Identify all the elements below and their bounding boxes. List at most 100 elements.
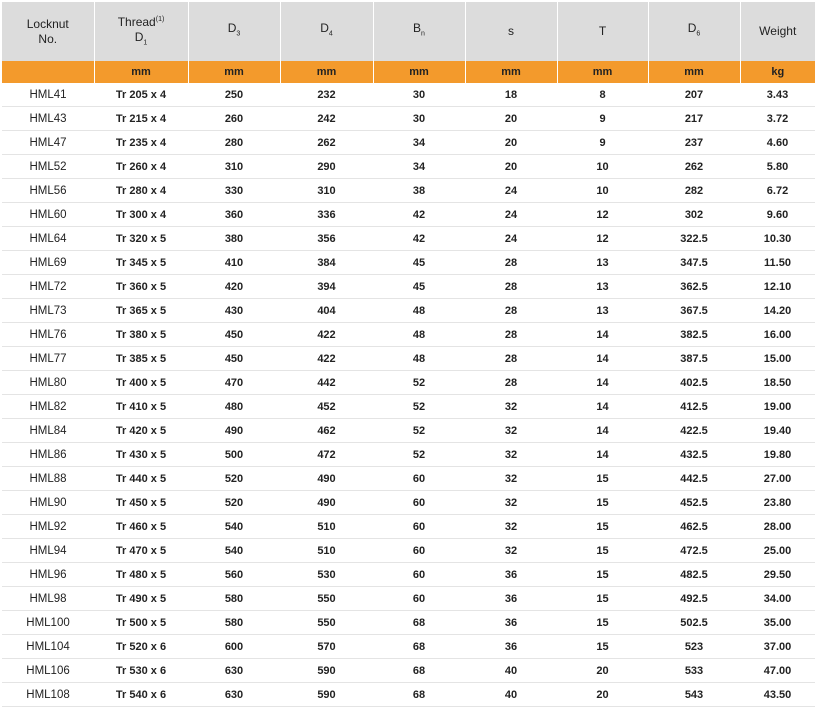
cell-weight: 19.00 [740,394,815,419]
cell-bn: 60 [373,466,465,491]
header-subscript: 6 [696,30,701,38]
cell-thread: Tr 215 x 4 [94,106,188,131]
cell-d4: 262 [280,130,373,155]
cell-locknut-no: HML47 [2,130,94,155]
cell-d4: 462 [280,418,373,443]
cell-d4: 550 [280,610,373,635]
cell-s: 28 [465,322,557,347]
table-row: HML96 Tr 480 x 5 560 530 60 36 15 482.5 29.50 [2,562,815,587]
cell-t: 10 [557,178,648,203]
cell-locknut-no: HML77 [2,346,94,371]
cell-d3: 410 [188,250,280,275]
cell-s: 40 [465,682,557,707]
cell-weight: 5.80 [740,154,815,179]
cell-bn: 68 [373,658,465,683]
cell-t: 15 [557,610,648,635]
cell-t: 15 [557,490,648,515]
cell-d6: 347.5 [648,250,740,275]
cell-d4: 590 [280,682,373,707]
cell-thread: Tr 380 x 5 [94,322,188,347]
cell-weight: 9.60 [740,202,815,227]
cell-bn: 30 [373,106,465,131]
cell-s: 20 [465,106,557,131]
unit-bn: mm [373,61,466,83]
cell-thread: Tr 480 x 5 [94,562,188,587]
cell-t: 12 [557,202,648,227]
cell-s: 36 [465,586,557,611]
header-subscript: 4 [328,30,333,38]
header-label: B [413,21,422,36]
cell-t: 13 [557,298,648,323]
table-row: HML80 Tr 400 x 5 470 442 52 28 14 402.5 18.50 [2,370,815,395]
cell-d3: 490 [188,418,280,443]
cell-weight: 18.50 [740,370,815,395]
cell-weight: 43.50 [740,682,815,707]
cell-t: 14 [557,322,648,347]
cell-weight: 4.60 [740,130,815,155]
cell-d4: 510 [280,514,373,539]
cell-thread: Tr 260 x 4 [94,154,188,179]
cell-thread: Tr 420 x 5 [94,418,188,443]
cell-d6: 482.5 [648,562,740,587]
table-row: HML72 Tr 360 x 5 420 394 45 28 13 362.5 12.10 [2,274,815,299]
cell-locknut-no: HML56 [2,178,94,203]
table-row: HML108 Tr 540 x 6 630 590 68 40 20 543 43.50 [2,682,815,707]
cell-t: 10 [557,154,648,179]
cell-locknut-no: HML76 [2,322,94,347]
unit-d6: mm [648,61,741,83]
table-row: HML94 Tr 470 x 5 540 510 60 32 15 472.5 25.00 [2,538,815,563]
cell-bn: 60 [373,538,465,563]
cell-d3: 580 [188,610,280,635]
cell-locknut-no: HML108 [2,682,94,707]
header-d6: D6 [648,2,741,61]
cell-thread: Tr 440 x 5 [94,466,188,491]
cell-s: 28 [465,298,557,323]
cell-t: 15 [557,562,648,587]
cell-t: 15 [557,514,648,539]
cell-s: 24 [465,226,557,251]
cell-d6: 462.5 [648,514,740,539]
cell-weight: 11.50 [740,250,815,275]
locknut-dimensions-table: Locknut No. Thread(1) D1 D3 D4 Bn s T D6 Weight mm… [2,2,815,707]
cell-d4: 452 [280,394,373,419]
cell-t: 14 [557,394,648,419]
cell-locknut-no: HML98 [2,586,94,611]
table-row: HML73 Tr 365 x 5 430 404 48 28 13 367.5 14.20 [2,298,815,323]
cell-d3: 540 [188,538,280,563]
cell-s: 32 [465,514,557,539]
cell-locknut-no: HML100 [2,610,94,635]
cell-d6: 217 [648,106,740,131]
cell-bn: 68 [373,634,465,659]
cell-weight: 15.00 [740,346,815,371]
cell-locknut-no: HML64 [2,226,94,251]
cell-locknut-no: HML69 [2,250,94,275]
cell-s: 32 [465,394,557,419]
cell-bn: 60 [373,490,465,515]
cell-locknut-no: HML90 [2,490,94,515]
unit-d3: mm [188,61,281,83]
cell-d6: 472.5 [648,538,740,563]
cell-thread: Tr 410 x 5 [94,394,188,419]
cell-d6: 382.5 [648,322,740,347]
cell-thread: Tr 400 x 5 [94,370,188,395]
cell-bn: 60 [373,514,465,539]
cell-bn: 68 [373,610,465,635]
cell-d4: 472 [280,442,373,467]
cell-thread: Tr 530 x 6 [94,658,188,683]
table-row: HML56 Tr 280 x 4 330 310 38 24 10 282 6.72 [2,178,815,203]
cell-weight: 16.00 [740,322,815,347]
cell-locknut-no: HML72 [2,274,94,299]
cell-thread: Tr 520 x 6 [94,634,188,659]
cell-d3: 260 [188,106,280,131]
cell-d4: 422 [280,346,373,371]
cell-locknut-no: HML96 [2,562,94,587]
cell-d3: 280 [188,130,280,155]
cell-s: 24 [465,178,557,203]
cell-bn: 34 [373,130,465,155]
unit-locknut-no [2,61,95,83]
cell-d4: 336 [280,202,373,227]
header-s: s [465,2,558,61]
cell-d6: 502.5 [648,610,740,635]
cell-thread: Tr 360 x 5 [94,274,188,299]
table-row: HML82 Tr 410 x 5 480 452 52 32 14 412.5 19.00 [2,394,815,419]
